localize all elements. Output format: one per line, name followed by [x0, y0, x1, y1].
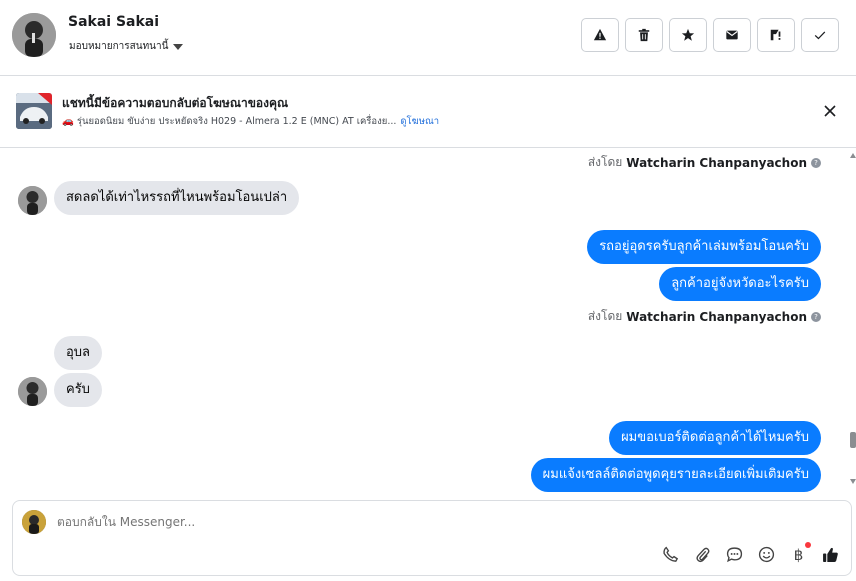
attach-button[interactable]	[693, 545, 712, 564]
ad-reply-banner: แชทนี้มีข้อความตอบกลับต่อโฆษณาของคุณ 🚗 ร…	[0, 76, 856, 148]
ad-description: 🚗 รุ่นยอดนิยม ขับง่าย ประหยัดจริง H029 -…	[62, 116, 397, 127]
notification-dot	[805, 542, 811, 548]
delete-button[interactable]	[625, 18, 663, 52]
info-icon[interactable]: ?	[811, 311, 821, 322]
follow-up-icon	[770, 29, 781, 41]
payment-button[interactable]: ฿	[789, 542, 811, 564]
contact-avatar-small[interactable]	[18, 186, 47, 215]
ad-banner-title: แชทนี้มีข้อความตอบกลับต่อโฆษณาของคุณ	[62, 96, 289, 110]
outgoing-message[interactable]: ลูกค้าอยู่จังหวัดอะไรครับ	[659, 267, 821, 301]
outgoing-message[interactable]: รถอยู่อุดรครับลูกค้าเล่มพร้อมโอนครับ	[587, 230, 821, 264]
incoming-message[interactable]: อุบล	[54, 336, 103, 370]
scrollbar-thumb[interactable]	[850, 432, 856, 448]
saved-replies-button[interactable]	[725, 545, 744, 564]
contact-avatar-small[interactable]	[18, 377, 47, 406]
message-thread[interactable]: ส่งโดย Watcharin Chanpanyachon ? สดลดได้…	[0, 148, 856, 493]
ad-description-row: 🚗 รุ่นยอดนิยม ขับง่าย ประหยัดจริง H029 -…	[62, 114, 439, 129]
conversation-header: Sakai Sakai มอบหมายการสนทนานี้	[0, 0, 856, 76]
close-banner-button[interactable]	[822, 103, 838, 119]
info-icon[interactable]: ?	[811, 157, 821, 168]
chat-bubble-icon	[726, 547, 743, 563]
emoji-icon	[758, 546, 775, 563]
warning-icon	[593, 28, 607, 41]
mark-unread-button[interactable]	[713, 18, 751, 52]
assign-label: มอบหมายการสนทนานี้	[69, 41, 169, 52]
close-icon	[824, 105, 836, 117]
caret-down-icon	[173, 43, 184, 50]
outgoing-message[interactable]: ผมแจ้งเซลล์ติดต่อพูดคุยรายละเอียดเพิ่มเต…	[530, 458, 821, 492]
follow-up-button[interactable]	[757, 18, 795, 52]
call-button[interactable]	[661, 545, 680, 564]
incoming-message[interactable]: ครับ	[54, 373, 102, 407]
message-composer: ฿	[12, 500, 852, 576]
star-button[interactable]	[669, 18, 707, 52]
check-icon	[814, 31, 826, 40]
like-button[interactable]	[821, 545, 840, 564]
report-spam-button[interactable]	[581, 18, 619, 52]
baht-icon: ฿	[793, 545, 804, 564]
sent-by-label: ส่งโดย Watcharin Chanpanyachon ?	[588, 307, 821, 326]
page-avatar	[22, 510, 46, 534]
emoji-button[interactable]	[757, 545, 776, 564]
mark-done-button[interactable]	[801, 18, 839, 52]
composer-tools: ฿	[661, 542, 840, 564]
agent-name: Watcharin Chanpanyachon	[626, 155, 807, 170]
header-actions	[581, 18, 839, 52]
scroll-up-arrow[interactable]	[850, 153, 856, 158]
incoming-message[interactable]: สดลดได้เท่าไหรรถที่ไหนพร้อมโอนเปล่า	[54, 181, 300, 215]
scroll-down-arrow[interactable]	[850, 479, 856, 484]
star-icon	[681, 28, 695, 41]
trash-icon	[638, 28, 650, 42]
sent-by-label: ส่งโดย Watcharin Chanpanyachon ?	[588, 153, 821, 172]
phone-icon	[663, 546, 679, 562]
thumbs-up-icon	[823, 547, 838, 562]
assign-conversation-dropdown[interactable]: มอบหมายการสนทนานี้	[69, 39, 184, 54]
contact-avatar[interactable]	[12, 13, 56, 57]
agent-name: Watcharin Chanpanyachon	[626, 309, 807, 324]
mail-icon	[726, 30, 738, 40]
contact-name[interactable]: Sakai Sakai	[68, 14, 159, 30]
view-ad-link[interactable]: ดูโฆษณา	[400, 114, 439, 129]
attachment-icon	[696, 547, 710, 563]
reply-input[interactable]	[57, 515, 557, 529]
outgoing-message[interactable]: ผมขอเบอร์ติดต่อลูกค้าได้ไหมครับ	[609, 421, 821, 455]
ad-thumbnail[interactable]	[16, 93, 52, 129]
